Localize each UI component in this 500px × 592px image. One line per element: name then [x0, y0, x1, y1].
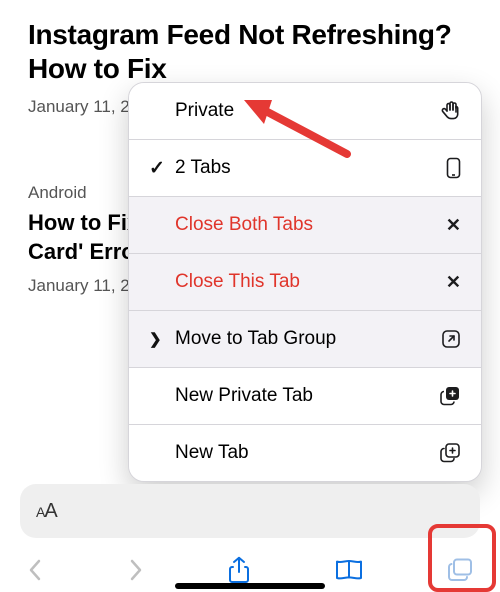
url-bar[interactable]: AA [20, 484, 480, 538]
aa-large: A [44, 500, 56, 522]
close-icon: ✕ [433, 215, 461, 236]
home-indicator [175, 583, 325, 589]
hand-icon [433, 100, 461, 122]
menu-tabs-label: 2 Tabs [175, 157, 433, 179]
menu-close-both-label: Close Both Tabs [175, 214, 433, 236]
menu-move-label: Move to Tab Group [175, 328, 433, 350]
menu-close-this[interactable]: Close This Tab ✕ [129, 253, 481, 310]
menu-tabs-count[interactable]: 2 Tabs [129, 139, 481, 196]
chevron-right-icon [149, 330, 175, 348]
share-button[interactable] [227, 556, 251, 584]
open-external-icon [433, 329, 461, 349]
back-button[interactable] [26, 557, 44, 583]
tab-group-menu: Private 2 Tabs Close Both Tabs [128, 82, 482, 482]
article-headline[interactable]: Instagram Feed Not Refreshing? How to Fi… [28, 18, 472, 85]
checkmark-icon [149, 157, 175, 180]
new-tab-icon [433, 442, 461, 464]
annotation-highlight-box [428, 524, 496, 592]
close-icon: ✕ [433, 272, 461, 293]
menu-new-private-tab[interactable]: New Private Tab [129, 367, 481, 424]
new-private-tab-icon [433, 385, 461, 407]
menu-private-label: Private [175, 100, 433, 122]
reader-aa-icon[interactable]: AA [36, 500, 57, 523]
phone-icon [433, 157, 461, 179]
menu-private[interactable]: Private [129, 83, 481, 139]
forward-button[interactable] [127, 557, 145, 583]
bookmarks-button[interactable] [334, 558, 364, 582]
menu-new-tab-label: New Tab [175, 442, 433, 464]
menu-new-private-label: New Private Tab [175, 385, 433, 407]
menu-close-both[interactable]: Close Both Tabs ✕ [129, 196, 481, 253]
menu-new-tab[interactable]: New Tab [129, 424, 481, 481]
menu-close-this-label: Close This Tab [175, 271, 433, 293]
menu-move-group[interactable]: Move to Tab Group [129, 310, 481, 367]
